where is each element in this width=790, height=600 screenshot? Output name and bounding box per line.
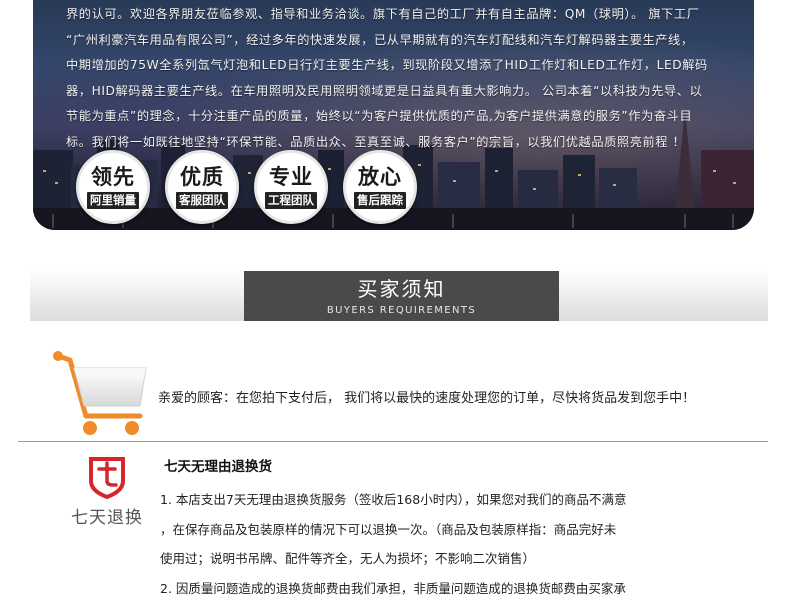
badge-subtitle: 阿里销量 xyxy=(87,192,139,209)
badge-subtitle: 售后跟踪 xyxy=(354,192,406,209)
seven-day-return-logo: 七天退换 xyxy=(66,455,148,535)
intro-line: 器，HID解码器主要生产线。在车用照明及民用照明领域更是日益具有重大影响力。 公… xyxy=(66,83,703,98)
intro-line: 中期增加的75W全系列氙气灯泡和LED日行灯主要生产线，到现阶段又增添了HID工… xyxy=(66,58,708,73)
return-policy-title: 七天无理由退换货 xyxy=(164,459,272,475)
return-policy-line: 1. 本店支出7天无理由退换货服务（签收后168小时内），如果您对我们的商品不满… xyxy=(160,492,627,507)
badge-leading-sales: 领先 阿里销量 xyxy=(76,150,150,224)
return-policy-line: 2. 因质量问题造成的退换货邮费由我们承担，非质量问题造成的退换货邮费由买家承 xyxy=(160,580,626,596)
feature-badges: 领先 阿里销量 优质 客服团队 专业 工程团队 放心 售后跟踪 xyxy=(76,150,417,224)
return-policy: 七天无理由退换货 1. 本店支出7天无理由退换货服务（签收后168小时内），如果… xyxy=(160,456,760,600)
company-intro-text: 界的认可。欢迎各界朋友莅临参观、指导和业务洽谈。旗下有自己的工厂并有自主品牌：Q… xyxy=(66,2,754,156)
buyers-requirements-header: 买家须知 BUYERS REQUIREMENTS xyxy=(244,271,559,321)
badge-professional-engineering: 专业 工程团队 xyxy=(254,150,328,224)
badge-title: 领先 xyxy=(91,165,135,189)
return-logo-label: 七天退换 xyxy=(71,508,143,528)
section-divider xyxy=(18,441,768,442)
return-policy-line: 使用过；说明书吊牌、配件等齐全，无人为损坏；不影响二次销售） xyxy=(160,551,536,566)
return-policy-line: ，在保存商品及包装原样的情况下可以退换一次。（商品及包装原样指：商品完好未 xyxy=(160,521,617,537)
badge-title: 优质 xyxy=(180,165,224,189)
payment-notice-row: 亲爱的顾客：在您拍下支付后， 我们将以最快的速度处理您的订单，尽快将货品发到您手… xyxy=(18,340,768,442)
badge-subtitle: 客服团队 xyxy=(176,192,228,209)
badge-title: 放心 xyxy=(358,165,402,189)
badge-quality-service: 优质 客服团队 xyxy=(165,150,239,224)
payment-notice-text: 亲爱的顾客：在您拍下支付后， 我们将以最快的速度处理您的订单，尽快将货品发到您手… xyxy=(158,391,696,406)
seven-day-return-shield-icon xyxy=(89,457,125,500)
badge-subtitle: 工程团队 xyxy=(265,192,317,209)
return-policy-text: 1. 本店支出7天无理由退换货服务（签收后168小时内），如果您对我们的商品不满… xyxy=(160,485,760,600)
badge-title: 专业 xyxy=(269,165,313,189)
section-title: 买家须知 xyxy=(357,277,446,301)
section-subtitle: BUYERS REQUIREMENTS xyxy=(326,305,477,316)
badge-after-sales: 放心 售后跟踪 xyxy=(343,150,417,224)
intro-line: “广州利豪汽车用品有限公司”，经过多年的快速发展，已从早期就有的汽车灯配线和汽车… xyxy=(66,32,694,47)
intro-line: 节能为重点”的理念，十分注重产品的质量，始终以“为客户提供优质的产品,为客户提供… xyxy=(66,109,693,124)
shopping-cart-icon xyxy=(53,351,147,435)
intro-line: 界的认可。欢迎各界朋友莅临参观、指导和业务洽谈。旗下有自己的工厂并有自主品牌：Q… xyxy=(66,7,700,21)
